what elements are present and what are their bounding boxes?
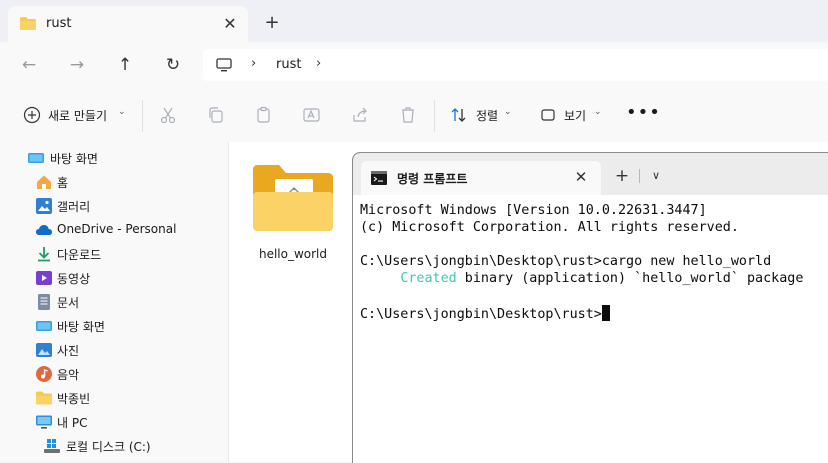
desktop-icon [36, 321, 52, 331]
drive-icon [44, 439, 60, 453]
sidebar-item-music[interactable]: 음악 [0, 362, 228, 386]
desktop-icon [28, 153, 44, 163]
file-name: hello_world [258, 247, 328, 261]
chevron-right-icon[interactable]: › [251, 56, 256, 71]
refresh-icon[interactable]: ↻ [159, 52, 187, 78]
created-message: binary (application) `hello_world` packa… [456, 271, 804, 286]
sidebar-item-local-disk[interactable]: 로컬 디스크 (C:) [0, 434, 228, 458]
new-button[interactable]: 새로 만들기 [48, 107, 107, 124]
sidebar-item-label: 로컬 디스크 (C:) [66, 440, 151, 454]
folder-icon [36, 391, 52, 405]
sidebar-item-pictures[interactable]: 사진 [0, 338, 228, 362]
command-prompt-icon [371, 171, 387, 185]
sidebar-item-label: 사진 [57, 344, 80, 358]
terminal-tab-title: 명령 프롬프트 [397, 172, 468, 186]
download-icon [38, 247, 50, 262]
sidebar-item-label: 바탕 화면 [50, 152, 98, 166]
navigation-pane: 바탕 화면 홈 갤러리 OneDrive - Personal 다운로드 동영상… [0, 142, 229, 462]
sidebar-item-label: 박종빈 [57, 392, 91, 406]
chevron-down-icon[interactable]: ⌄ [594, 107, 602, 117]
toolbar-divider [142, 100, 143, 132]
titlebar-divider [639, 169, 640, 183]
sidebar-item-this-pc[interactable]: 내 PC [0, 410, 228, 434]
terminal-prompt: C:\Users\jongbin\Desktop\rust> [360, 307, 602, 322]
explorer-tab[interactable]: rust ✕ [8, 6, 248, 42]
sort-button[interactable]: 정렬 [476, 107, 498, 124]
terminal-line: Microsoft Windows [Version 10.0.22631.34… [360, 203, 707, 218]
breadcrumb-rust[interactable]: rust [276, 57, 301, 72]
terminal-line: (c) Microsoft Corporation. All rights re… [360, 220, 739, 235]
share-icon[interactable] [350, 105, 370, 125]
paste-icon[interactable] [254, 105, 274, 125]
toolbar-divider [434, 100, 435, 132]
sidebar-item-label: 동영상 [57, 272, 91, 286]
chevron-down-icon[interactable]: ⌄ [504, 107, 512, 117]
sidebar-item-desktop-2[interactable]: 바탕 화면 [0, 314, 228, 338]
terminal-tab[interactable]: 명령 프롬프트 ✕ [361, 161, 601, 195]
delete-icon[interactable] [398, 105, 418, 125]
view-icon[interactable] [538, 105, 558, 125]
terminal-title-bar: 명령 프롬프트 ✕ + ∨ [353, 153, 828, 195]
new-tab-button[interactable]: + [262, 13, 282, 33]
explorer-tab-bar: rust ✕ + [0, 0, 828, 48]
folder-item[interactable]: hello_world [249, 157, 337, 267]
chevron-right-icon[interactable]: › [316, 56, 321, 71]
sidebar-item-home[interactable]: 홈 [0, 170, 228, 194]
copy-icon[interactable] [206, 105, 226, 125]
plus-circle-icon[interactable] [22, 105, 42, 125]
close-icon[interactable]: ✕ [221, 15, 239, 33]
terminal-output[interactable]: Microsoft Windows [Version 10.0.22631.34… [353, 195, 828, 463]
folder-icon [253, 165, 333, 231]
address-bar[interactable]: › rust › [203, 49, 828, 81]
sort-icon[interactable] [449, 105, 469, 125]
terminal-window: 명령 프롬프트 ✕ + ∨ Microsoft Windows [Version… [352, 152, 828, 463]
terminal-line: Created binary (application) `hello_worl… [360, 271, 803, 286]
sidebar-item-label: 바탕 화면 [57, 320, 105, 334]
chevron-down-icon[interactable]: ∨ [645, 165, 667, 187]
folder-icon [20, 17, 36, 30]
cloud-icon [36, 225, 52, 235]
sidebar-item-videos[interactable]: 동영상 [0, 266, 228, 290]
cut-icon[interactable] [158, 105, 178, 125]
chevron-down-icon[interactable]: ⌄ [118, 107, 126, 117]
forward-arrow-icon[interactable]: → [63, 52, 91, 78]
created-status: Created [400, 271, 457, 286]
sidebar-item-gallery[interactable]: 갤러리 [0, 194, 228, 218]
text-cursor [601, 305, 610, 321]
new-tab-button[interactable]: + [611, 165, 633, 187]
sidebar-item-onedrive[interactable]: OneDrive - Personal [0, 218, 228, 242]
music-icon [36, 366, 52, 382]
view-button[interactable]: 보기 [564, 107, 586, 124]
sidebar-item-label: 문서 [57, 296, 80, 310]
up-arrow-icon[interactable]: ↑ [111, 52, 139, 78]
sidebar-item-user-folder[interactable]: 박종빈 [0, 386, 228, 410]
explorer-tab-title: rust [46, 16, 72, 31]
sidebar-item-label: 다운로드 [57, 248, 102, 262]
home-icon [37, 175, 51, 189]
terminal-prompt-line: C:\Users\jongbin\Desktop\rust> [360, 305, 610, 322]
document-icon [38, 294, 50, 310]
sidebar-item-label: 홈 [57, 176, 69, 190]
pc-icon [36, 415, 52, 429]
sidebar-item-documents[interactable]: 문서 [0, 290, 228, 314]
terminal-line: C:\Users\jongbin\Desktop\rust>cargo new … [360, 254, 772, 269]
back-arrow-icon[interactable]: ← [15, 52, 43, 78]
sidebar-item-downloads[interactable]: 다운로드 [0, 242, 228, 266]
sidebar-item-label: 내 PC [57, 416, 88, 430]
more-options-icon[interactable]: ••• [626, 102, 661, 123]
explorer-nav-bar: ← → ↑ ↻ › rust › [0, 42, 828, 90]
gallery-icon [36, 198, 52, 214]
explorer-command-bar: 새로 만들기 ⌄ 정렬 ⌄ 보기 ⌄ ••• [0, 90, 828, 143]
sidebar-item-label: 갤러리 [57, 200, 91, 214]
sidebar-item-label: OneDrive - Personal [57, 222, 177, 236]
sidebar-item-label: 음악 [57, 368, 80, 382]
close-icon[interactable]: ✕ [572, 168, 590, 186]
rename-icon[interactable] [302, 105, 322, 125]
pc-icon [216, 58, 232, 72]
sidebar-item-desktop[interactable]: 바탕 화면 [0, 146, 228, 170]
video-icon [36, 271, 52, 285]
pictures-icon [36, 343, 52, 357]
